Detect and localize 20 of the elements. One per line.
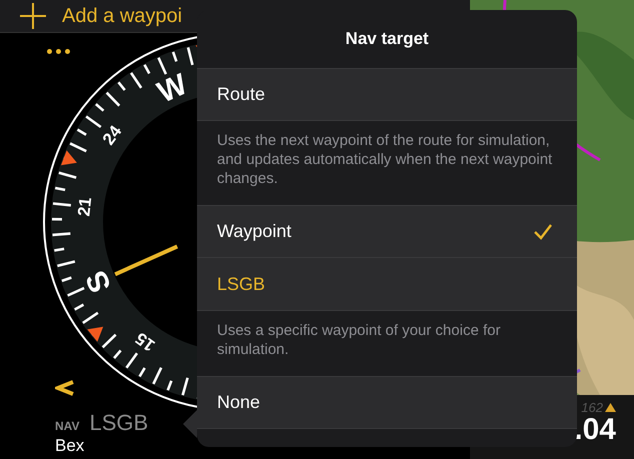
compass-label: W — [152, 68, 192, 110]
popover-pointer — [183, 410, 197, 438]
readout-value: .04 — [574, 415, 616, 445]
nav-label: NAV — [55, 419, 80, 433]
readout-small-value: 162 — [581, 400, 603, 415]
nav-waypoint-name: Bex — [55, 436, 86, 456]
compass-label: 21 — [74, 196, 96, 218]
option-row[interactable]: Route — [197, 69, 577, 121]
compass-label: 15 — [132, 328, 158, 356]
compass-label: 24 — [98, 122, 126, 148]
nav-waypoint-code[interactable]: LSGB — [89, 410, 148, 436]
add-waypoint-label[interactable]: Add a waypoi — [62, 4, 182, 28]
option-row[interactable]: None — [197, 377, 577, 429]
more-icon[interactable] — [47, 49, 70, 54]
chevron-left-icon[interactable] — [55, 378, 75, 398]
compass-label: S — [80, 266, 118, 298]
triangle-icon — [605, 403, 616, 412]
option-row[interactable]: Waypoint — [197, 206, 577, 258]
waypoint-value-row[interactable]: LSGB — [197, 258, 577, 311]
plus-icon[interactable] — [18, 1, 48, 31]
